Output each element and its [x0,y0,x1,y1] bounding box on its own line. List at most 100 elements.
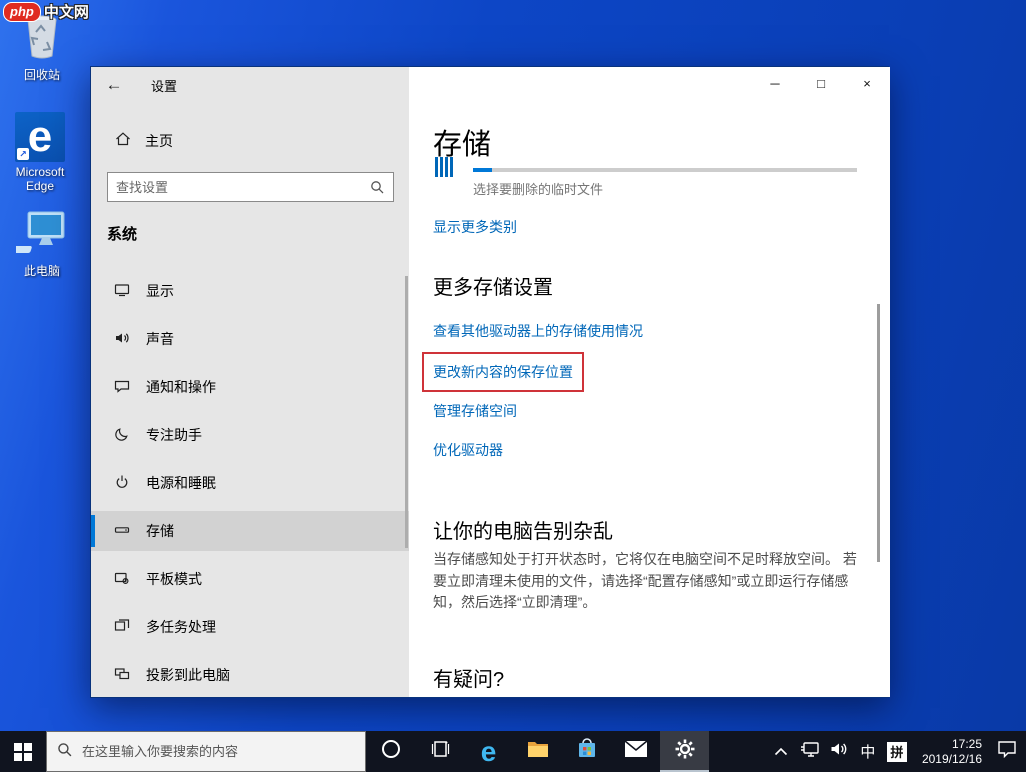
settings-content: ─ □ × 存储 选择要删除的临时文件 显示更多类别 更多存储设置 查看其他驱动… [409,67,890,697]
sidebar-item-notifications[interactable]: 通知和操作 [91,367,409,407]
sidebar-item-sound[interactable]: 声音 [91,319,409,359]
sidebar-item-label: 声音 [146,331,174,347]
task-view-button[interactable] [415,731,464,772]
file-explorer-button[interactable] [513,731,562,772]
php-cn-logo: php 中文网 [3,1,89,22]
desktop-icon-label: 回收站 [23,68,60,82]
store-button[interactable] [562,731,611,772]
tablet-icon [114,570,130,589]
sidebar-item-label: 通知和操作 [146,379,216,395]
moon-icon [114,426,130,445]
edge-icon: e [480,735,497,767]
more-storage-settings-heading: 更多存储设置 [433,277,553,299]
sidebar-item-projecting[interactable]: 投影到此电脑 [91,655,409,695]
maximize-button[interactable]: □ [798,67,844,99]
desktop-icon-this-pc[interactable]: 此电脑 [4,210,78,278]
taskbar-search-input[interactable] [82,744,355,759]
php-logo-suffix: 中文网 [43,4,89,21]
desktop-icon-label: 此电脑 [23,264,60,278]
sidebar-item-label: 显示 [146,283,174,299]
taskbar: e [0,731,1026,772]
sidebar-item-label: 电源和睡眠 [146,475,216,491]
cortana-button[interactable] [366,731,415,772]
ime-language-button[interactable]: 中 [856,731,880,772]
gauge-caption: 选择要删除的临时文件 [473,182,604,197]
search-icon [57,742,72,762]
tray-chevron-button[interactable] [769,731,793,772]
notifications-icon [114,378,130,397]
mail-button[interactable] [611,731,660,772]
action-center-button[interactable] [994,731,1020,772]
desktop-icon-recycle-bin[interactable]: 回收站 [6,12,78,82]
sidebar-item-label: 平板模式 [146,571,202,587]
edge-taskbar-button[interactable]: e [464,731,513,772]
chevron-up-icon [774,743,788,761]
sound-icon [114,330,130,349]
settings-taskbar-button[interactable] [660,731,709,772]
display-icon [114,282,130,301]
highlight-box: 更改新内容的保存位置 [422,352,584,392]
back-button[interactable]: ← [91,67,137,103]
declutter-body: 当存储感知处于打开状态时，它将仅在电脑空间不足时释放空间。 若要立即清理未使用的… [433,551,857,611]
storage-icon [114,522,130,541]
php-logo-oval: php [3,1,41,22]
sidebar-nav: 显示 声音 通知和操作 专注助手 电源和睡眠 存储 平板模式 多任务处理 投影到… [91,271,409,703]
ime-language-label: 中 [860,744,876,761]
task-view-icon [429,738,451,765]
network-tray-button[interactable] [797,731,823,772]
windows-logo-icon [14,742,32,761]
edge-icon: e ↗ [15,112,65,162]
ime-mode-icon: 拼 [886,741,907,762]
mail-icon [623,739,648,764]
window-title: 设置 [151,78,178,94]
shortcut-arrow-icon: ↗ [17,148,29,160]
store-icon [576,737,598,766]
storage-usage-other-drives-link[interactable]: 查看其他驱动器上的存储使用情况 [433,321,643,341]
clock-time: 17:25 [951,736,982,751]
sidebar-item-multitasking[interactable]: 多任务处理 [91,607,409,647]
this-pc-icon [4,210,68,261]
settings-search-input[interactable] [108,179,370,195]
power-icon [114,474,130,493]
sidebar-item-label: 多任务处理 [146,619,216,635]
system-tray: 中 拼 17:25 2019/12/16 [769,731,1026,772]
network-icon [800,741,820,763]
clock-date: 2019/12/16 [921,751,982,766]
action-center-icon [997,740,1017,763]
multitasking-icon [114,618,130,637]
desktop-icon-edge[interactable]: e ↗ Microsoft Edge [4,112,76,194]
home-icon [115,131,131,152]
desktop-icon-label: Microsoft Edge [15,165,65,194]
taskbar-search[interactable] [46,731,366,772]
start-button[interactable] [0,731,46,772]
search-icon [370,180,384,194]
optimize-drives-link[interactable]: 优化驱动器 [433,440,503,460]
manage-storage-spaces-link[interactable]: 管理存储空间 [433,401,517,421]
sidebar-item-home[interactable]: 主页 [107,123,181,159]
show-more-categories-link[interactable]: 显示更多类别 [433,217,517,237]
sidebar-item-label: 投影到此电脑 [146,667,230,683]
sidebar-scrollbar[interactable] [405,276,408,548]
close-button[interactable]: × [844,67,890,99]
taskbar-clock[interactable]: 17:25 2019/12/16 [914,731,990,772]
titlebar: ← 设置 [91,67,409,103]
sidebar-item-power-sleep[interactable]: 电源和睡眠 [91,463,409,503]
content-scrollbar[interactable] [877,304,880,562]
sidebar-item-focus-assist[interactable]: 专注助手 [91,415,409,455]
sidebar-item-storage[interactable]: 存储 [91,511,409,551]
declutter-heading: 让你的电脑告别杂乱 [433,521,613,543]
minimize-button[interactable]: ─ [752,67,798,99]
cortana-icon [380,738,402,765]
folder-icon [526,738,550,765]
settings-search[interactable] [107,172,394,202]
sidebar-item-label: 专注助手 [146,427,202,443]
settings-sidebar: ← 设置 主页 系统 [91,67,409,697]
gear-icon [673,737,697,766]
change-save-location-link[interactable]: 更改新内容的保存位置 [433,362,573,382]
ime-mode-button[interactable]: 拼 [884,731,910,772]
volume-tray-button[interactable] [827,731,852,772]
question-heading: 有疑问? [433,669,505,691]
temp-files-icon [435,157,453,177]
sidebar-item-display[interactable]: 显示 [91,271,409,311]
sidebar-item-tablet-mode[interactable]: 平板模式 [91,559,409,599]
